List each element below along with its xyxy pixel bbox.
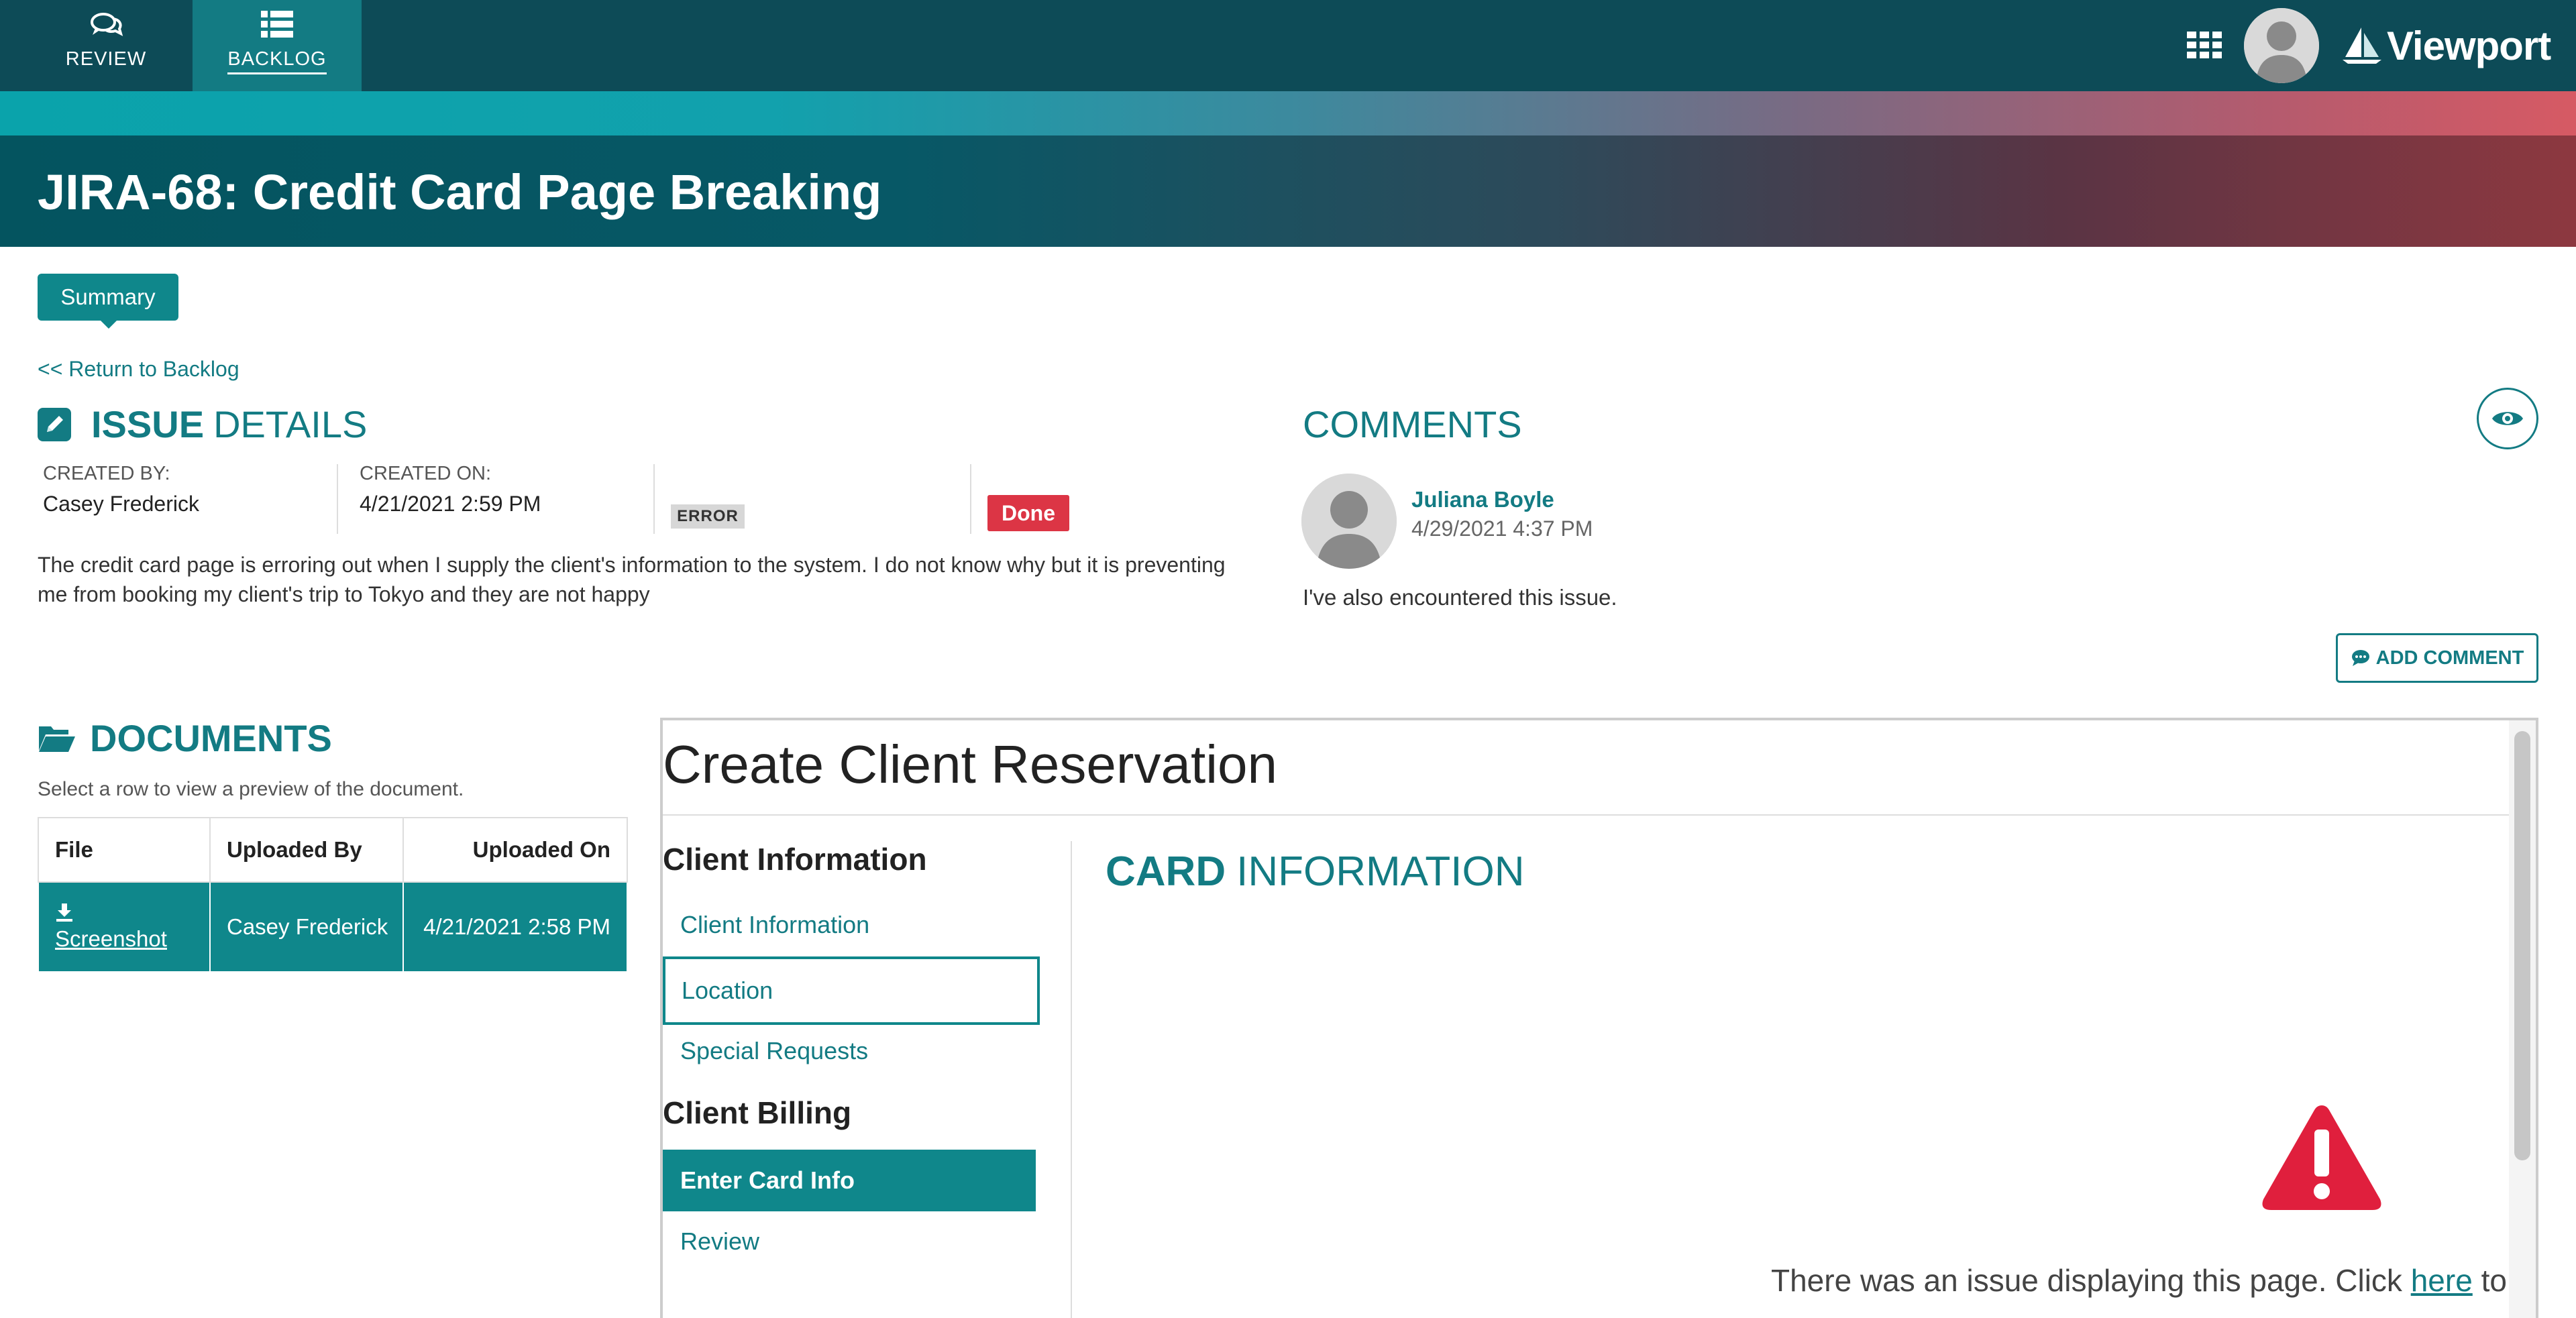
user-avatar[interactable] [2244, 8, 2319, 83]
sailboat-logo-icon [2343, 28, 2381, 64]
comments-heading: COMMENTS [1303, 403, 1522, 445]
nav-backlog[interactable]: BACKLOG [193, 0, 362, 91]
preview-link-review: Review [680, 1227, 760, 1255]
page-title: JIRA-68: Credit Card Page Breaking [38, 164, 882, 220]
documents-heading: DOCUMENTS [38, 716, 332, 760]
divider [970, 464, 971, 534]
documents-hint: Select a row to view a preview of the do… [38, 778, 464, 800]
preview-title: Create Client Reservation [663, 734, 1277, 794]
documents-table: File Uploaded By Uploaded On Screenshot … [38, 817, 628, 973]
document-preview[interactable]: Create Client Reservation Client Informa… [660, 718, 2538, 1318]
nav-review-label: REVIEW [65, 48, 147, 70]
viewport-logo: Viewport [2341, 20, 2563, 71]
file-link[interactable]: Screenshot [55, 926, 167, 951]
comment-date: 4/29/2021 4:37 PM [1411, 516, 1593, 541]
preview-scrollbar-thumb[interactable] [2514, 731, 2530, 1160]
folder-open-icon [39, 726, 75, 752]
issue-details-heading: ISSUE DETAILS [38, 402, 367, 446]
preview-section-client-billing: Client Billing [663, 1095, 852, 1130]
download-icon[interactable] [55, 902, 74, 922]
preview-card-heading: CARD INFORMATION [1106, 848, 1524, 895]
nav-review[interactable]: REVIEW [21, 0, 191, 91]
preview-link-special-requests: Special Requests [680, 1037, 869, 1064]
comment-author[interactable]: Juliana Boyle [1411, 487, 1554, 512]
column-header-uploaded-by[interactable]: Uploaded By [209, 817, 404, 883]
column-header-file[interactable]: File [38, 817, 211, 883]
add-comment-label: ADD COMMENT [2375, 647, 2524, 669]
divider [663, 814, 2509, 816]
eye-icon [2492, 412, 2523, 425]
divider [337, 464, 338, 534]
nav-backlog-label: BACKLOG [227, 48, 327, 74]
comment-text: I've also encountered this issue. [1303, 585, 1617, 610]
preview-link-client-information: Client Information [680, 911, 870, 938]
issue-description: The credit card page is erroring out whe… [38, 553, 1226, 606]
user-silhouette-icon [2244, 8, 2319, 83]
table-row[interactable]: Screenshot Casey Frederick 4/21/2021 2:5… [38, 881, 628, 973]
edit-icon [38, 407, 71, 441]
status-badge: Done [987, 495, 1069, 531]
add-comment-button[interactable]: ADD COMMENT [2336, 633, 2538, 683]
preview-link-location: Location [663, 956, 1040, 1025]
created-on-block: CREATED ON: 4/21/2021 2:59 PM [360, 463, 541, 535]
comment-icon [2351, 650, 2369, 666]
user-silhouette-icon [1301, 474, 1397, 569]
preview-card-heading-bold: CARD [1106, 848, 1226, 895]
preview-error-text: There was an issue displaying this page.… [1771, 1263, 2402, 1298]
watch-button[interactable] [2477, 388, 2538, 449]
divider [653, 464, 655, 534]
preview-error-message: There was an issue displaying this page.… [1771, 1262, 2522, 1299]
title-bar: JIRA-68: Credit Card Page Breaking [0, 135, 2576, 247]
column-header-uploaded-on[interactable]: Uploaded On [402, 817, 628, 883]
uploaded-on-cell: 4/21/2021 2:58 PM [402, 881, 628, 973]
tab-summary[interactable]: Summary [38, 274, 178, 329]
grid-icon[interactable] [2187, 32, 2222, 58]
created-by-block: CREATED BY: Casey Frederick [43, 463, 199, 535]
table-header-row: File Uploaded By Uploaded On [38, 817, 628, 883]
warning-triangle-icon [2262, 1105, 2381, 1210]
preview-section-client-information: Client Information [663, 842, 927, 877]
created-on-value: 4/21/2021 2:59 PM [360, 492, 541, 516]
comment-avatar [1301, 474, 1397, 569]
preview-error-link: here [2410, 1263, 2473, 1298]
issue-type-badge: ERROR [671, 504, 745, 529]
created-on-label: CREATED ON: [360, 463, 492, 484]
uploaded-by-cell: Casey Frederick [209, 881, 404, 973]
top-nav-bar: REVIEW BACKLOG Viewport [0, 0, 2576, 91]
return-to-backlog-link[interactable]: << Return to Backlog [38, 357, 239, 382]
preview-card-heading-rest: INFORMATION [1236, 848, 1525, 895]
logo-text: Viewport [2387, 23, 2551, 68]
chat-bubbles-icon [91, 13, 123, 36]
divider [1071, 841, 1072, 1318]
issue-heading-bold: ISSUE [91, 403, 205, 445]
file-cell[interactable]: Screenshot [38, 881, 211, 973]
issue-heading-rest: DETAILS [213, 403, 368, 445]
accent-gradient-bar [0, 91, 2576, 135]
created-by-label: CREATED BY: [43, 463, 170, 484]
preview-link-enter-card-info: Enter Card Info [663, 1150, 1036, 1211]
created-by-value: Casey Frederick [43, 492, 199, 516]
documents-heading-text: DOCUMENTS [90, 717, 332, 759]
list-icon [261, 11, 293, 38]
